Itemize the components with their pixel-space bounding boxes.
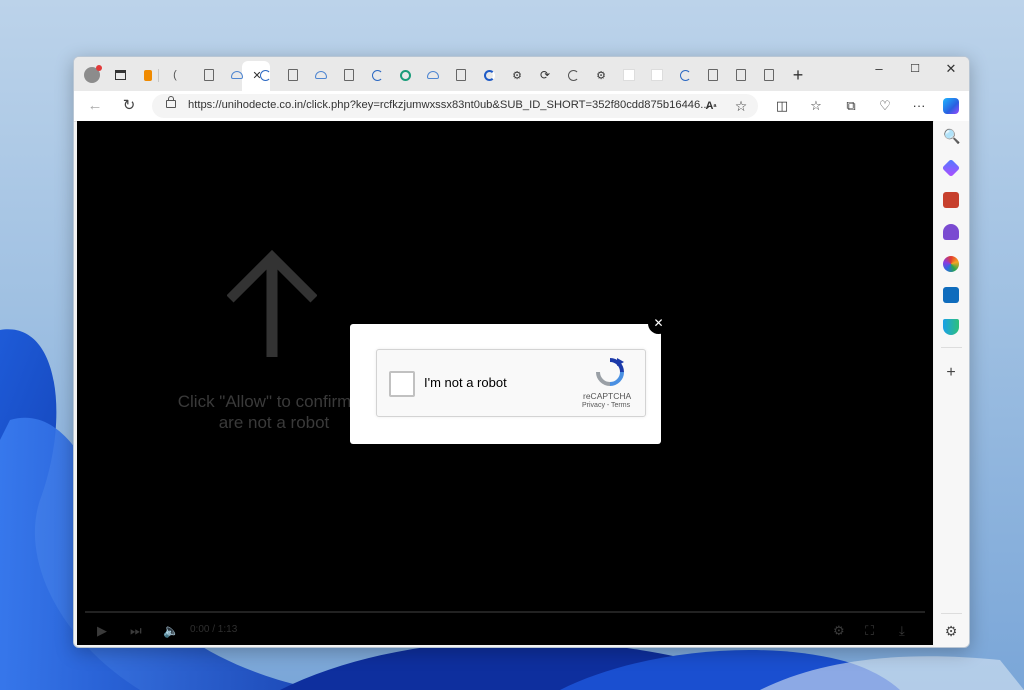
favorite-star-icon[interactable]: ☆	[730, 95, 752, 117]
settings-icon[interactable]: ⚙	[943, 623, 959, 639]
page-content: Click "Allow" to confirm th are not a ro…	[77, 121, 933, 645]
tab-favicon-icon[interactable]	[139, 64, 157, 86]
back-button[interactable]: ←	[84, 95, 106, 117]
url-text[interactable]: https://unihodecte.co.in/click.php?key=r…	[188, 99, 710, 111]
play-icon[interactable]: ▶	[97, 623, 107, 639]
tab-circle-icon[interactable]	[256, 64, 274, 86]
favorites-icon[interactable]: ☆	[805, 95, 827, 117]
recaptcha-name: reCAPTCHA	[583, 391, 632, 401]
recaptcha-logo-icon	[596, 358, 624, 386]
volume-icon[interactable]: 🔈	[163, 623, 179, 639]
browser-window: ( ✕ ⚙ ⟳ ⚙ + – ☐ ✕ ← ↻ https://unihodecte…	[73, 56, 970, 648]
office-icon[interactable]	[943, 256, 959, 272]
download-icon[interactable]: ⤓	[899, 623, 905, 639]
tab-edge-icon[interactable]	[480, 64, 498, 86]
tab-circle-icon[interactable]	[368, 64, 386, 86]
split-screen-icon[interactable]: ◫	[771, 95, 793, 117]
tab-page-icon[interactable]	[340, 64, 358, 86]
close-window-button[interactable]: ✕	[936, 61, 966, 77]
fullscreen-icon[interactable]: ⛶	[865, 623, 874, 639]
settings-icon[interactable]: ⚙	[833, 623, 845, 639]
video-time: 0:00 / 1:13	[190, 624, 238, 635]
profile-avatar-icon[interactable]	[83, 64, 102, 86]
more-menu-icon[interactable]: ···	[908, 95, 930, 117]
tab-loading-icon[interactable]: ⟳	[536, 64, 554, 86]
tab-page-icon[interactable]	[200, 64, 218, 86]
tab-cloud-icon[interactable]	[228, 64, 246, 86]
drop-icon[interactable]	[943, 319, 959, 335]
tab-cloud-icon[interactable]	[312, 64, 330, 86]
new-tab-button[interactable]: +	[786, 64, 810, 86]
captcha-modal: I'm not a robot reCAPTCHA Privacy - Term…	[350, 324, 661, 444]
copilot-icon[interactable]	[940, 95, 962, 117]
video-progress-bar[interactable]	[85, 611, 925, 613]
tab-cloud-icon[interactable]	[424, 64, 442, 86]
minimize-button[interactable]: –	[864, 61, 894, 76]
recaptcha-links[interactable]: Privacy - Terms	[582, 402, 630, 409]
recaptcha-widget: I'm not a robot reCAPTCHA Privacy - Term…	[376, 349, 646, 417]
collections-icon[interactable]: ⧉	[840, 95, 862, 117]
shopping-tag-icon[interactable]	[941, 158, 961, 178]
tab-circle-icon[interactable]	[564, 64, 582, 86]
video-controls: ▶ ⏭ 🔈 0:00 / 1:13 ⚙ ⛶ ⤓	[77, 611, 933, 645]
tab-page-icon[interactable]	[732, 64, 750, 86]
modal-close-button[interactable]: ✕	[648, 313, 669, 334]
captcha-label: I'm not a robot	[424, 375, 507, 390]
up-arrow-icon	[227, 249, 317, 357]
maximize-button[interactable]: ☐	[900, 62, 930, 75]
tab-page-icon[interactable]	[284, 64, 302, 86]
tab-blank-icon[interactable]	[620, 64, 638, 86]
tab-gear-icon[interactable]: ⚙	[508, 64, 526, 86]
tab-target-icon[interactable]	[396, 64, 414, 86]
tab-gear-icon[interactable]: ⚙	[592, 64, 610, 86]
next-icon[interactable]: ⏭	[130, 623, 142, 639]
navigation-bar: ← ↻ https://unihodecte.co.in/click.php?k…	[74, 91, 969, 122]
tab-page-icon[interactable]	[760, 64, 778, 86]
search-icon[interactable]: 🔍	[943, 128, 960, 144]
tab-strip: ( ✕ ⚙ ⟳ ⚙ + – ☐ ✕	[74, 57, 969, 91]
edge-sidebar: 🔍 + ⚙	[934, 121, 969, 647]
address-bar[interactable]: https://unihodecte.co.in/click.php?key=r…	[152, 94, 758, 118]
tab-blank-icon[interactable]	[648, 64, 666, 86]
browser-essentials-icon[interactable]: ♡	[874, 95, 896, 117]
add-icon[interactable]: +	[943, 365, 959, 381]
tab-actions-icon[interactable]	[111, 64, 129, 86]
read-aloud-icon[interactable]: Aᵃ	[700, 95, 722, 117]
tools-briefcase-icon[interactable]	[943, 192, 959, 208]
lock-icon[interactable]	[166, 96, 176, 108]
games-icon[interactable]	[943, 224, 959, 240]
tab-page-icon[interactable]	[704, 64, 722, 86]
tab-circle-icon[interactable]	[676, 64, 694, 86]
tab-loading-icon[interactable]: (	[166, 64, 184, 86]
tab-page-icon[interactable]	[452, 64, 470, 86]
not-robot-checkbox[interactable]	[389, 371, 415, 397]
refresh-button[interactable]: ↻	[118, 95, 140, 117]
outlook-icon[interactable]	[943, 287, 959, 303]
